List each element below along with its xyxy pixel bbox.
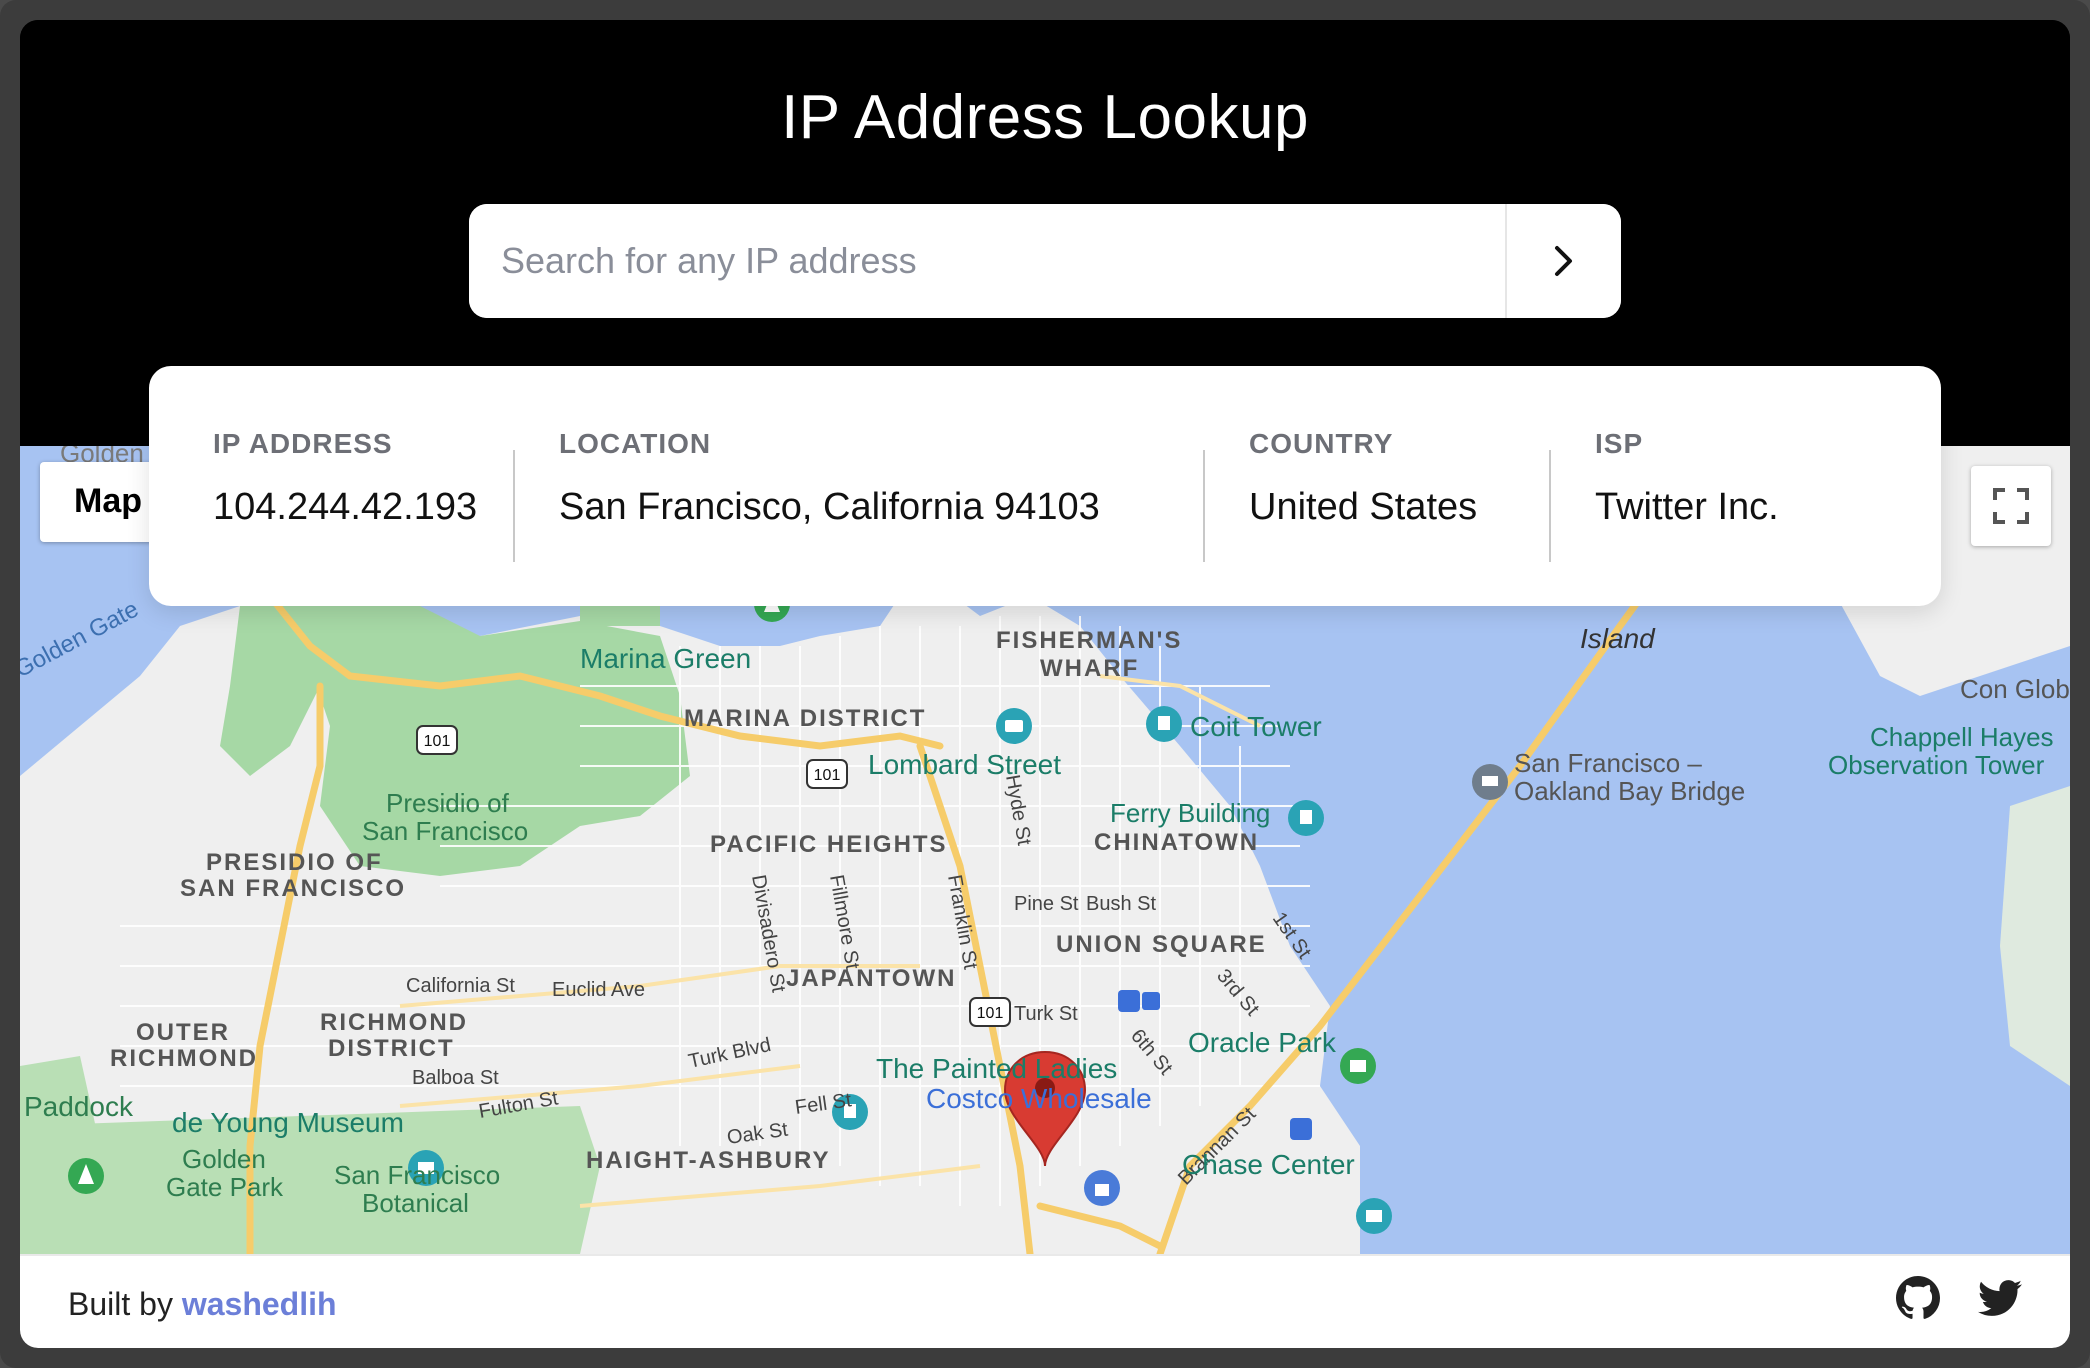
page-footer: Built by washedlih xyxy=(20,1254,2070,1348)
country-value: United States xyxy=(1249,486,1478,528)
built-by-text: Built by washedlih xyxy=(68,1286,337,1323)
ip-search-input[interactable] xyxy=(469,204,1505,318)
isp-label: ISP xyxy=(1595,428,1644,459)
twitter-icon xyxy=(1978,1280,2022,1316)
social-links xyxy=(1896,1276,2022,1325)
map-label: PRESIDIO OF xyxy=(206,849,383,876)
landmark-poi-icon xyxy=(1288,800,1324,836)
map-label: Golden xyxy=(182,1144,266,1174)
map-label: HAIGHT-ASHBURY xyxy=(586,1147,830,1174)
search-submit-button[interactable] xyxy=(1505,204,1621,318)
built-by-prefix: Built by xyxy=(68,1286,173,1322)
location-section: LOCATION San Francisco, California 94103 xyxy=(559,428,1100,542)
map-label: FISHERMAN'S xyxy=(996,627,1182,654)
right-shore xyxy=(2000,786,2070,1086)
map-label: Botanical xyxy=(362,1188,469,1218)
hwy-101-label-3: 101 xyxy=(977,1005,1004,1022)
map-label: Coit Tower xyxy=(1190,711,1322,742)
map-label: DISTRICT xyxy=(328,1035,455,1062)
map-label: Con Glob xyxy=(1960,674,2070,704)
divider xyxy=(1549,450,1551,562)
chevron-right-icon xyxy=(1555,246,1572,276)
map-label: Balboa St xyxy=(412,1067,499,1089)
country-section: COUNTRY United States xyxy=(1249,428,1477,542)
map-label: Oakland Bay Bridge xyxy=(1514,776,1745,806)
twitter-link[interactable] xyxy=(1978,1276,2022,1325)
map-label: SAN FRANCISCO xyxy=(180,875,406,902)
github-icon xyxy=(1896,1276,1940,1319)
stadium-poi-icon xyxy=(1356,1198,1392,1234)
park-poi-icon xyxy=(68,1158,104,1194)
map-label: Lombard Street xyxy=(868,749,1061,780)
bridge-poi-icon xyxy=(1472,764,1508,800)
map-label: Island xyxy=(1580,623,1656,654)
map-label: San Francisco xyxy=(362,816,528,846)
github-link[interactable] xyxy=(1896,1276,1940,1325)
map-label: Chase Center xyxy=(1182,1149,1355,1180)
map-label: The Painted Ladies xyxy=(876,1053,1117,1084)
camera-poi-icon xyxy=(996,708,1032,744)
browser-window: IP Address Lookup Search for any IP addr… xyxy=(20,20,2070,1348)
country-label: COUNTRY xyxy=(1249,428,1394,459)
location-value: San Francisco, California 94103 xyxy=(559,486,1100,528)
ip-info-card: IP ADDRESS 104.244.42.193 LOCATION San F… xyxy=(149,366,1941,606)
map-label: Euclid Ave xyxy=(552,979,645,1001)
map-label: OUTER xyxy=(136,1019,230,1046)
map-label: Bush St xyxy=(1086,893,1156,915)
isp-section: ISP Twitter Inc. xyxy=(1595,428,1779,542)
transit-icon xyxy=(1290,1118,1312,1140)
map-label: JAPANTOWN xyxy=(786,965,956,992)
divider xyxy=(1203,450,1205,562)
map-label: RICHMOND xyxy=(320,1009,468,1036)
window-frame: IP Address Lookup Search for any IP addr… xyxy=(0,0,2090,1368)
map-label: MARINA DISTRICT xyxy=(684,705,926,732)
map-label: Marina Green xyxy=(580,643,751,674)
map-label: UNION SQUARE xyxy=(1056,931,1267,958)
map-label: PACIFIC HEIGHTS xyxy=(710,831,948,858)
fullscreen-button[interactable] xyxy=(1971,466,2051,546)
map-label: Oracle Park xyxy=(1188,1027,1337,1058)
map-label: Pine St xyxy=(1014,893,1079,915)
map-label: Presidio of xyxy=(386,788,510,818)
transit-icon xyxy=(1118,990,1160,1012)
map-label: WHARF xyxy=(1040,655,1139,682)
divider xyxy=(513,450,515,562)
fullscreen-icon xyxy=(1993,488,2029,524)
stadium-poi-icon xyxy=(1340,1048,1376,1084)
map-label: Ferry Building xyxy=(1110,798,1270,828)
location-label: LOCATION xyxy=(559,428,712,459)
ip-address-label: IP ADDRESS xyxy=(213,428,393,459)
map-label: Observation Tower xyxy=(1828,750,2045,780)
ip-search-form xyxy=(469,204,1621,318)
map-label: Paddock xyxy=(24,1091,134,1122)
map-label: de Young Museum xyxy=(172,1107,404,1138)
author-link[interactable]: washedlih xyxy=(182,1286,337,1322)
map-label: CHINATOWN xyxy=(1094,829,1259,856)
isp-value: Twitter Inc. xyxy=(1595,486,1779,528)
hwy-101-shield-2: 101 xyxy=(806,759,848,789)
map-label: San Francisco – xyxy=(1514,748,1702,778)
hwy-101-label-2: 101 xyxy=(814,767,841,784)
hwy-101-shield-1: 101 xyxy=(416,725,458,755)
page-title: IP Address Lookup xyxy=(781,83,1309,152)
map-label: Turk St xyxy=(1014,1003,1078,1025)
map-label: San Francisco xyxy=(334,1160,500,1190)
hwy-101-label-1: 101 xyxy=(424,733,451,750)
shopping-poi-icon xyxy=(1084,1170,1120,1206)
map-label: California St xyxy=(406,975,515,997)
ip-address-section: IP ADDRESS 104.244.42.193 xyxy=(213,428,477,542)
map-label: Chappell Hayes xyxy=(1870,722,2054,752)
map-label: Gate Park xyxy=(166,1172,284,1202)
ip-address-value: 104.244.42.193 xyxy=(213,486,478,528)
map-label: Costco Wholesale xyxy=(926,1083,1152,1114)
hwy-101-shield-3: 101 xyxy=(969,997,1011,1027)
landmark-poi-icon xyxy=(1146,706,1182,742)
map-label: Golden Gate xyxy=(20,596,143,684)
map-label: RICHMOND xyxy=(110,1045,258,1072)
